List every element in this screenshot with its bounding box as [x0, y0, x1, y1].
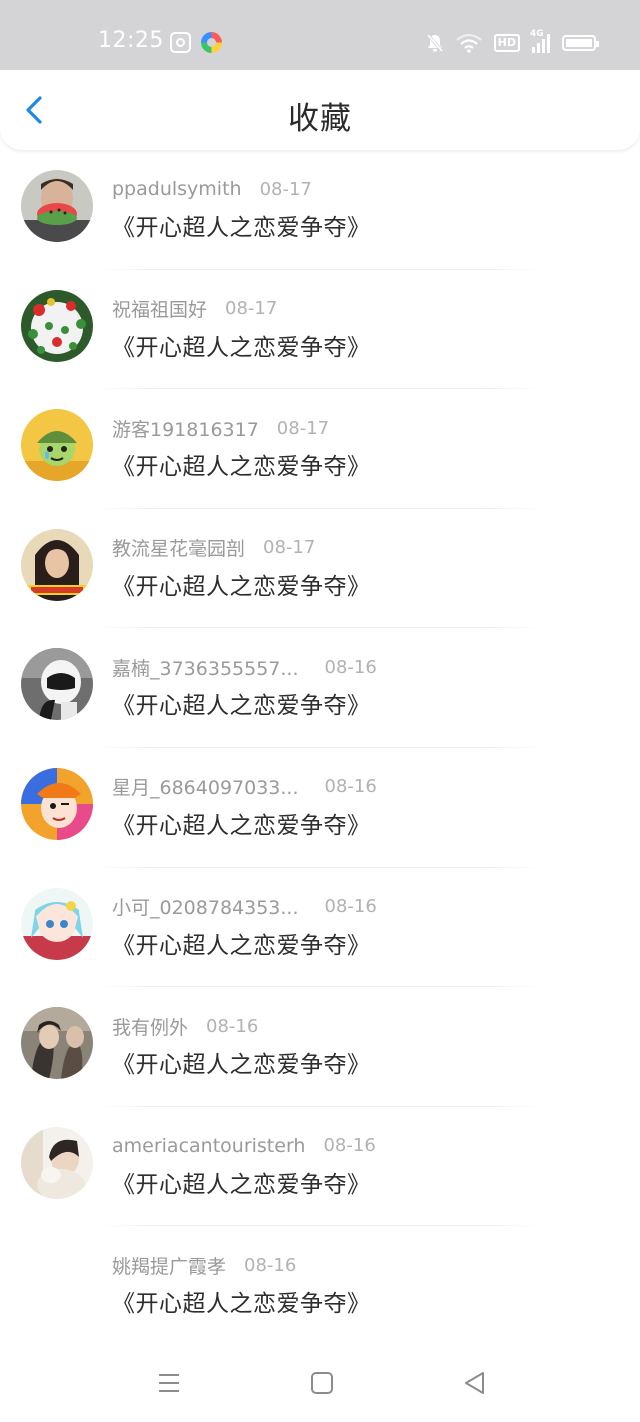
item-meta: 祝福祖国好 08-17 — [112, 296, 277, 322]
username: 我有例外 — [112, 1016, 189, 1039]
username: 嘉楠_3736355557... — [112, 657, 299, 680]
date: 08-17 — [259, 178, 312, 200]
menu-icon[interactable] — [155, 1369, 183, 1397]
status-bar: 12:25 HD 4G — [0, 0, 640, 70]
item-title: 《开心超人之恋爱争夺》 — [112, 1171, 371, 1198]
item-meta: ppadulsymith 08-17 — [112, 176, 312, 202]
status-time: 12:25 — [98, 28, 164, 53]
signal-icon: 4G — [530, 29, 550, 53]
list-item[interactable]: 教流星花毫园剖 08-17 《开心超人之恋爱争夺》 — [0, 509, 640, 629]
item-title: 《开心超人之恋爱争夺》 — [112, 334, 371, 361]
header: 收藏 — [0, 70, 640, 150]
list-item[interactable]: ameriacantouristerh 08-16 《开心超人之恋爱争夺》 — [0, 1107, 640, 1227]
date: 08-16 — [244, 1254, 297, 1276]
favorites-list: ppadulsymith 08-17 《开心超人之恋爱争夺》 祝福祖国好 08-… — [0, 150, 640, 1346]
system-nav-bar — [0, 1340, 640, 1422]
avatar — [21, 289, 93, 362]
list-item[interactable]: 星月_6864097033... 08-16 《开心超人之恋爱争夺》 — [0, 748, 640, 868]
item-title: 《开心超人之恋爱争夺》 — [112, 454, 371, 481]
item-title: 《开心超人之恋爱争夺》 — [112, 812, 371, 839]
item-meta: ameriacantouristerh 08-16 — [112, 1133, 376, 1159]
item-meta: 小可_0208784353... 08-16 — [112, 894, 377, 920]
username: 游客191816317 — [112, 418, 259, 441]
list-item[interactable]: 我有例外 08-16 《开心超人之恋爱争夺》 — [0, 987, 640, 1107]
date: 08-16 — [323, 1135, 376, 1157]
item-meta: 星月_6864097033... 08-16 — [112, 774, 377, 800]
avatar — [21, 767, 93, 840]
avatar — [21, 1246, 93, 1318]
network-type-label: 4G — [530, 29, 544, 39]
date: 08-16 — [324, 656, 377, 678]
avatar — [21, 528, 93, 601]
item-meta: 姚羯提广霞孝 08-16 — [112, 1252, 296, 1278]
item-meta: 嘉楠_3736355557... 08-16 — [112, 654, 377, 680]
avatar — [21, 1126, 93, 1199]
list-item[interactable]: 姚羯提广霞孝 08-16 《开心超人之恋爱争夺》 — [0, 1226, 640, 1346]
item-meta: 我有例外 08-16 — [112, 1013, 258, 1039]
home-square-icon[interactable] — [308, 1369, 336, 1397]
username: 小可_0208784353... — [112, 897, 299, 920]
date: 08-16 — [324, 896, 377, 918]
back-triangle-icon[interactable] — [461, 1369, 489, 1397]
battery-icon — [562, 35, 599, 51]
date: 08-16 — [324, 776, 377, 798]
status-icons: HD 4G — [426, 29, 599, 55]
mute-bell-icon — [426, 34, 443, 52]
item-meta: 游客191816317 08-17 — [112, 415, 329, 441]
list-item[interactable]: 游客191816317 08-17 《开心超人之恋爱争夺》 — [0, 389, 640, 509]
date: 08-17 — [276, 417, 330, 439]
item-meta: 教流星花毫园剖 08-17 — [112, 535, 315, 561]
username: 姚羯提广霞孝 — [112, 1255, 227, 1278]
avatar — [21, 409, 93, 482]
username: 教流星花毫园剖 — [112, 538, 246, 561]
avatar — [21, 648, 93, 721]
avatar — [21, 1007, 93, 1080]
date: 08-17 — [263, 537, 316, 559]
wifi-icon — [455, 33, 482, 53]
hd-icon: HD — [493, 34, 520, 52]
app-icon-1 — [170, 32, 191, 53]
avatar — [21, 887, 93, 960]
page-title: 收藏 — [288, 101, 352, 137]
item-title: 《开心超人之恋爱争夺》 — [112, 1291, 371, 1318]
list-item[interactable]: 小可_0208784353... 08-16 《开心超人之恋爱争夺》 — [0, 868, 640, 988]
date: 08-17 — [225, 298, 278, 320]
list-item[interactable]: ppadulsymith 08-17 《开心超人之恋爱争夺》 — [0, 150, 640, 270]
username: ameriacantouristerh — [112, 1134, 306, 1157]
item-title: 《开心超人之恋爱争夺》 — [112, 1052, 371, 1079]
username: ppadulsymith — [112, 178, 242, 200]
item-title: 《开心超人之恋爱争夺》 — [112, 573, 371, 600]
avatar — [21, 170, 93, 242]
item-title: 《开心超人之恋爱争夺》 — [112, 215, 371, 241]
list-item[interactable]: 祝福祖国好 08-17 《开心超人之恋爱争夺》 — [0, 270, 640, 390]
username: 祝福祖国好 — [112, 299, 208, 322]
item-title: 《开心超人之恋爱争夺》 — [112, 932, 371, 959]
list-item[interactable]: 嘉楠_3736355557... 08-16 《开心超人之恋爱争夺》 — [0, 628, 640, 748]
date: 08-16 — [206, 1015, 259, 1037]
username: 星月_6864097033... — [112, 777, 299, 800]
item-title: 《开心超人之恋爱争夺》 — [112, 693, 371, 720]
app-icon-2 — [201, 32, 222, 53]
